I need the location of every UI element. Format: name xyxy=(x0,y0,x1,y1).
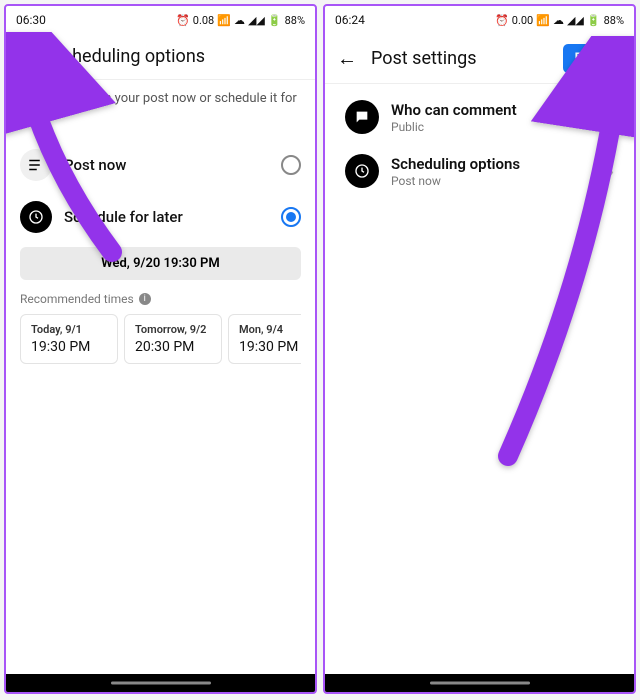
setting-who-can-comment[interactable]: Who can comment Public › xyxy=(339,90,620,144)
rec-time: 20:30 PM xyxy=(135,339,211,355)
wifi-icon: 📶 xyxy=(536,14,550,27)
rec-day: Tomorrow, 9/2 xyxy=(135,323,211,336)
vowifi-icon: ☁ xyxy=(234,14,245,27)
recommended-card[interactable]: Today, 9/1 19:30 PM xyxy=(20,314,118,364)
post-button[interactable]: POST xyxy=(563,44,622,73)
rec-time: 19:30 PM xyxy=(31,339,107,355)
setting-title: Who can comment xyxy=(391,101,596,119)
rec-day: Mon, 9/4 xyxy=(239,323,301,336)
battery-icon: 🔋 xyxy=(587,14,601,27)
rec-time: 19:30 PM xyxy=(239,339,301,355)
wifi-icon: 📶 xyxy=(217,14,231,27)
setting-scheduling-options[interactable]: Scheduling options Post now › xyxy=(339,144,620,198)
alarm-icon: ⏰ xyxy=(176,14,190,27)
app-bar: ← Scheduling options xyxy=(6,34,315,80)
battery-icon: 🔋 xyxy=(268,14,282,27)
nav-bar xyxy=(325,674,634,692)
data-rate: 0.08 xyxy=(193,14,214,27)
phone-left: 06:30 ⏰ 0.08 📶 ☁ ◢◢ 🔋 88% ← Scheduling o… xyxy=(4,4,317,694)
app-bar: ← Post settings POST xyxy=(325,34,634,84)
signal-icon: ◢◢ xyxy=(248,14,265,27)
info-icon[interactable]: i xyxy=(139,293,151,305)
vowifi-icon: ☁ xyxy=(553,14,564,27)
radio-unselected[interactable] xyxy=(281,155,301,175)
data-rate: 0.00 xyxy=(512,14,533,27)
status-time: 06:30 xyxy=(16,13,46,27)
scheduled-datetime[interactable]: Wed, 9/20 19:30 PM xyxy=(20,247,301,280)
comment-icon xyxy=(345,100,379,134)
status-bar: 06:24 ⏰ 0.00 📶 ☁ ◢◢ 🔋 88% xyxy=(325,6,634,34)
battery-pct: 88% xyxy=(604,14,624,27)
rec-day: Today, 9/1 xyxy=(31,323,107,336)
battery-pct: 88% xyxy=(285,14,305,27)
back-button[interactable]: ← xyxy=(18,44,38,69)
alarm-icon: ⏰ xyxy=(495,14,509,27)
post-now-icon xyxy=(20,149,52,181)
phone-right: 06:24 ⏰ 0.00 📶 ☁ ◢◢ 🔋 88% ← Post setting… xyxy=(323,4,636,694)
content-area: You can publish your post now or schedul… xyxy=(6,80,315,692)
status-icons: ⏰ 0.00 📶 ☁ ◢◢ 🔋 88% xyxy=(495,14,624,27)
setting-sub: Public xyxy=(391,120,596,134)
chevron-right-icon: › xyxy=(608,105,614,129)
clock-icon xyxy=(20,201,52,233)
status-bar: 06:30 ⏰ 0.08 📶 ☁ ◢◢ 🔋 88% xyxy=(6,6,315,34)
recommended-card[interactable]: Mon, 9/4 19:30 PM xyxy=(228,314,301,364)
radio-selected[interactable] xyxy=(281,207,301,227)
option-post-now[interactable]: Post now xyxy=(20,139,301,191)
nav-bar xyxy=(6,674,315,692)
status-icons: ⏰ 0.08 📶 ☁ ◢◢ 🔋 88% xyxy=(176,14,305,27)
back-button[interactable]: ← xyxy=(337,46,357,71)
recommended-label: Recommended times xyxy=(20,292,134,306)
schedule-later-label: Schedule for later xyxy=(64,208,269,226)
recommended-times-row: Today, 9/1 19:30 PM Tomorrow, 9/2 20:30 … xyxy=(20,314,301,364)
page-title: Post settings xyxy=(371,48,549,69)
page-title: Scheduling options xyxy=(52,46,303,67)
recommended-card[interactable]: Tomorrow, 9/2 20:30 PM xyxy=(124,314,222,364)
signal-icon: ◢◢ xyxy=(567,14,584,27)
content-area: Who can comment Public › Scheduling opti… xyxy=(325,84,634,692)
clock-icon xyxy=(345,154,379,188)
post-now-label: Post now xyxy=(64,156,269,174)
setting-title: Scheduling options xyxy=(391,155,596,173)
subtitle-text: You can publish your post now or schedul… xyxy=(20,90,301,125)
setting-sub: Post now xyxy=(391,174,596,188)
recommended-header: Recommended times i xyxy=(20,292,301,306)
status-time: 06:24 xyxy=(335,13,365,27)
option-schedule-later[interactable]: Schedule for later xyxy=(20,191,301,243)
chevron-right-icon: › xyxy=(608,159,614,183)
